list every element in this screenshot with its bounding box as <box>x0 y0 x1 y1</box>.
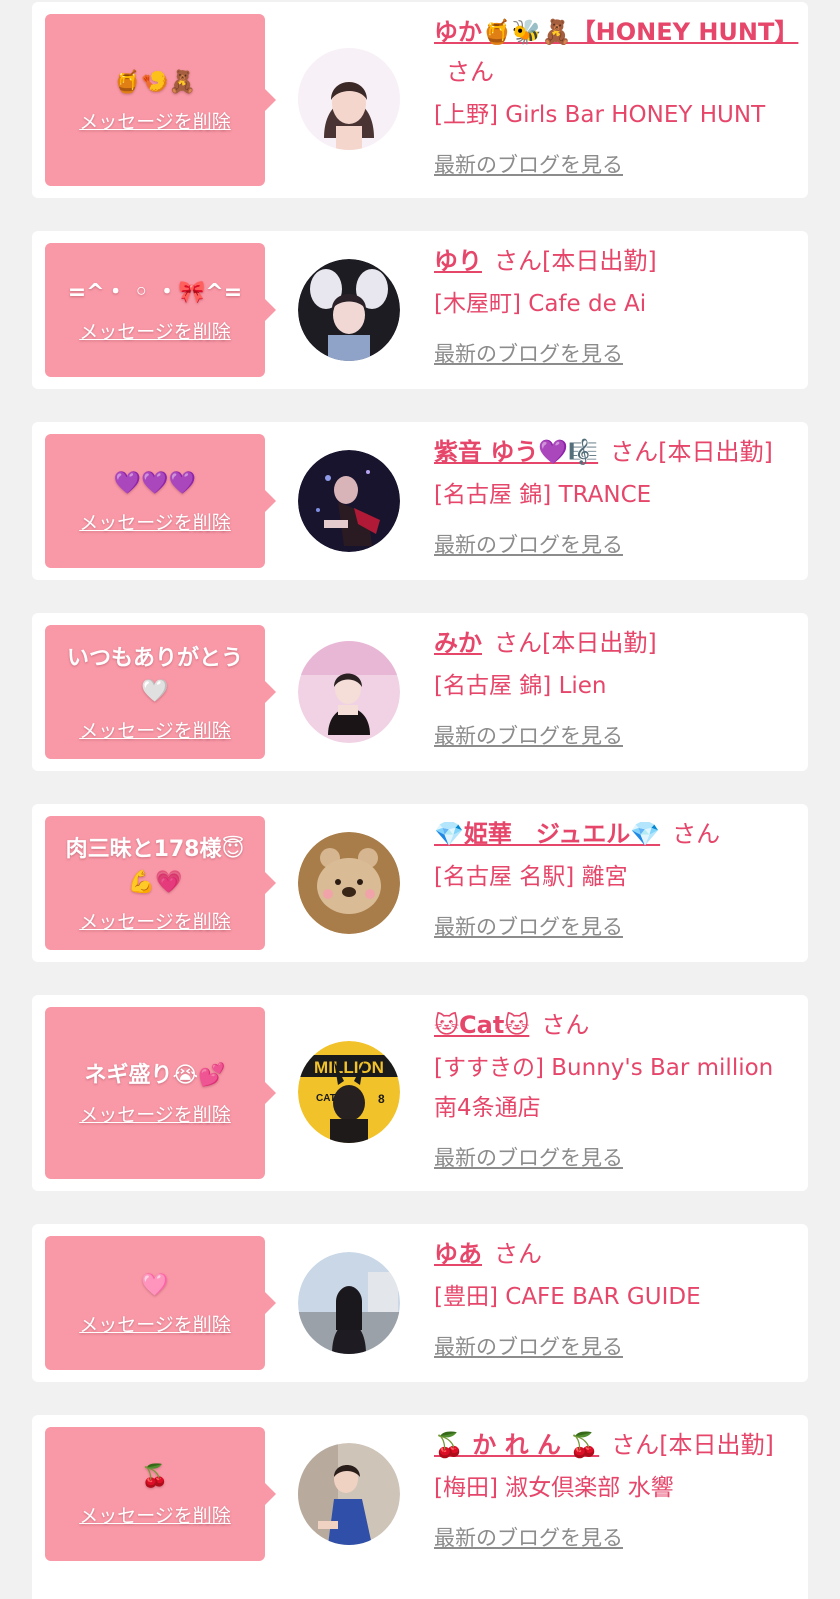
cast-avatar[interactable] <box>298 450 400 552</box>
cast-card: 🍒 メッセージを削除 🍒 か れ ん 🍒 さん[本日出勤] [梅田] 淑女倶楽部 … <box>32 1415 808 1599</box>
delete-message-link[interactable]: メッセージを削除 <box>79 1501 231 1528</box>
cast-name-link[interactable]: みか <box>434 629 482 657</box>
cast-name-link[interactable]: ゆあ <box>434 1240 482 1268</box>
message-text: 🍒 <box>141 1464 169 1489</box>
avatar-image <box>298 641 400 743</box>
cast-card: 💜💜💜 メッセージを削除 紫音 ゆう💜🎼 さん[本日出勤] [名古屋 錦] TRA… <box>32 422 808 580</box>
cast-avatar[interactable] <box>298 641 400 743</box>
latest-blog-link[interactable]: 最新のブログを見る <box>434 149 623 179</box>
avatar-image <box>298 48 400 150</box>
cast-avatar[interactable] <box>298 1252 400 1354</box>
cast-info: 紫音 ゆう💜🎼 さん[本日出勤] [名古屋 錦] TRANCE 最新のブログを見る <box>434 432 798 559</box>
latest-blog-link[interactable]: 最新のブログを見る <box>434 1331 623 1361</box>
cast-card: 🩷 メッセージを削除 ゆあ さん [豊田] CAFE BAR GUIDE 最新のブ… <box>32 1224 808 1382</box>
cast-name-link[interactable]: ゆか🍯🐝🧸【HONEY HUNT】 <box>434 18 798 46</box>
latest-blog-link[interactable]: 最新のブログを見る <box>434 529 623 559</box>
avatar-image <box>298 1443 400 1545</box>
shop-name: [名古屋 錦] Lien <box>434 673 607 699</box>
delete-message-link[interactable]: メッセージを削除 <box>79 907 231 934</box>
cast-info: 🐱Cat🐱 さん [すすきの] Bunny's Bar million 南4条通店… <box>434 1005 798 1172</box>
honorific: さん <box>611 1431 660 1459</box>
message-bubble: 🩷 メッセージを削除 <box>45 1236 276 1370</box>
honorific: さん <box>610 438 659 466</box>
shop-name: [豊田] CAFE BAR GUIDE <box>434 1284 701 1310</box>
cast-avatar[interactable] <box>298 1443 400 1545</box>
favorite-cast-list: 🍯🍤🧸 メッセージを削除 ゆか🍯🐝🧸【HONEY HUNT】さん [上野] Gi… <box>0 0 840 1599</box>
latest-blog-link[interactable]: 最新のブログを見る <box>434 1522 623 1552</box>
delete-message-link[interactable]: メッセージを削除 <box>79 716 231 743</box>
shop-name: [名古屋 名駅] 離宮 <box>434 864 628 890</box>
avatar-image <box>298 1252 400 1354</box>
honorific: さん <box>494 629 542 657</box>
cast-name-link[interactable]: 🐱Cat🐱 <box>434 1011 529 1039</box>
honorific: さん <box>541 1011 590 1039</box>
message-bubble: 💜💜💜 メッセージを削除 <box>45 434 276 568</box>
latest-blog-link[interactable]: 最新のブログを見る <box>434 1142 623 1172</box>
shop-name: [木屋町] Cafe de Ai <box>434 291 647 317</box>
message-bubble: 🍯🍤🧸 メッセージを削除 <box>45 14 276 186</box>
message-text: 肉三昧と178様😇 💪💗 <box>65 836 245 895</box>
message-text: =^・ ◦ ・🎀^= <box>67 280 243 305</box>
latest-blog-link[interactable]: 最新のブログを見る <box>434 720 623 750</box>
message-text: 🩷 <box>141 1273 169 1298</box>
delete-message-link[interactable]: メッセージを削除 <box>79 508 231 535</box>
message-bubble: 肉三昧と178様😇 💪💗 メッセージを削除 <box>45 816 276 950</box>
message-text: 💜💜💜 <box>113 471 197 496</box>
message-bubble: 🍒 メッセージを削除 <box>45 1427 276 1561</box>
cast-info: ゆか🍯🐝🧸【HONEY HUNT】さん [上野] Girls Bar HONEY… <box>434 12 798 179</box>
cast-name-link[interactable]: 紫音 ゆう💜🎼 <box>434 438 598 466</box>
cast-avatar[interactable] <box>298 259 400 361</box>
message-bubble: ネギ盛り😭💕 メッセージを削除 <box>45 1007 276 1179</box>
cast-card: ネギ盛り😭💕 メッセージを削除 MILLION CAT 8 🐱Cat🐱 さん [す… <box>32 995 808 1191</box>
honorific: さん <box>446 58 494 86</box>
honorific: さん <box>672 820 721 848</box>
honorific: さん <box>494 247 542 275</box>
attendance-status: [本日出勤] <box>542 247 657 275</box>
cast-card: =^・ ◦ ・🎀^= メッセージを削除 ゆり さん[本日出勤] [木屋町] Caf… <box>32 231 808 389</box>
avatar-image <box>298 832 400 934</box>
shop-name: [梅田] 淑女倶楽部 水響 <box>434 1475 674 1501</box>
avatar-image <box>298 259 400 361</box>
attendance-status: [本日出勤] <box>659 1431 774 1459</box>
cast-card: 肉三昧と178様😇 💪💗 メッセージを削除 💎姫華 ジュエル💎 さん [名古屋 … <box>32 804 808 962</box>
attendance-status: [本日出勤] <box>542 629 657 657</box>
cast-info: みか さん[本日出勤] [名古屋 錦] Lien 最新のブログを見る <box>434 623 798 750</box>
message-bubble: =^・ ◦ ・🎀^= メッセージを削除 <box>45 243 276 377</box>
cast-info: 🍒 か れ ん 🍒 さん[本日出勤] [梅田] 淑女倶楽部 水響 最新のブログを見… <box>434 1425 798 1552</box>
cast-info: ゆあ さん [豊田] CAFE BAR GUIDE 最新のブログを見る <box>434 1234 798 1361</box>
svg-text:CAT: CAT <box>316 1093 336 1104</box>
svg-text:MILLION: MILLION <box>314 1058 384 1077</box>
cast-card: 🍯🍤🧸 メッセージを削除 ゆか🍯🐝🧸【HONEY HUNT】さん [上野] Gi… <box>32 2 808 198</box>
shop-name: [名古屋 錦] TRANCE <box>434 482 652 508</box>
delete-message-link[interactable]: メッセージを削除 <box>79 1310 231 1337</box>
latest-blog-link[interactable]: 最新のブログを見る <box>434 911 623 941</box>
delete-message-link[interactable]: メッセージを削除 <box>79 317 231 344</box>
delete-message-link[interactable]: メッセージを削除 <box>79 1100 231 1127</box>
message-text: ネギ盛り😭💕 <box>84 1063 226 1088</box>
cast-name-link[interactable]: 💎姫華 ジュエル💎 <box>434 820 660 848</box>
avatar-image <box>298 450 400 552</box>
svg-text:8: 8 <box>378 1092 385 1106</box>
cast-card: いつもありがとう 🤍 メッセージを削除 みか さん[本日出勤] [名古屋 錦] L… <box>32 613 808 771</box>
shop-name: [すすきの] Bunny's Bar million 南4条通店 <box>434 1055 774 1121</box>
message-text: いつもありがとう 🤍 <box>66 645 243 704</box>
honorific: さん <box>494 1240 542 1268</box>
latest-blog-link[interactable]: 最新のブログを見る <box>434 338 623 368</box>
cast-info: 💎姫華 ジュエル💎 さん [名古屋 名駅] 離宮 最新のブログを見る <box>434 814 798 941</box>
avatar-image: MILLION CAT 8 <box>298 1041 400 1143</box>
cast-name-link[interactable]: ゆり <box>434 247 482 275</box>
message-text: 🍯🍤🧸 <box>113 70 197 95</box>
message-bubble: いつもありがとう 🤍 メッセージを削除 <box>45 625 276 759</box>
cast-info: ゆり さん[本日出勤] [木屋町] Cafe de Ai 最新のブログを見る <box>434 241 798 368</box>
attendance-status: [本日出勤] <box>658 438 773 466</box>
cast-avatar[interactable] <box>298 48 400 150</box>
cast-avatar[interactable]: MILLION CAT 8 <box>298 1041 400 1143</box>
cast-avatar[interactable] <box>298 832 400 934</box>
cast-name-link[interactable]: 🍒 か れ ん 🍒 <box>434 1431 599 1459</box>
shop-name: [上野] Girls Bar HONEY HUNT <box>434 102 766 128</box>
delete-message-link[interactable]: メッセージを削除 <box>79 107 231 134</box>
